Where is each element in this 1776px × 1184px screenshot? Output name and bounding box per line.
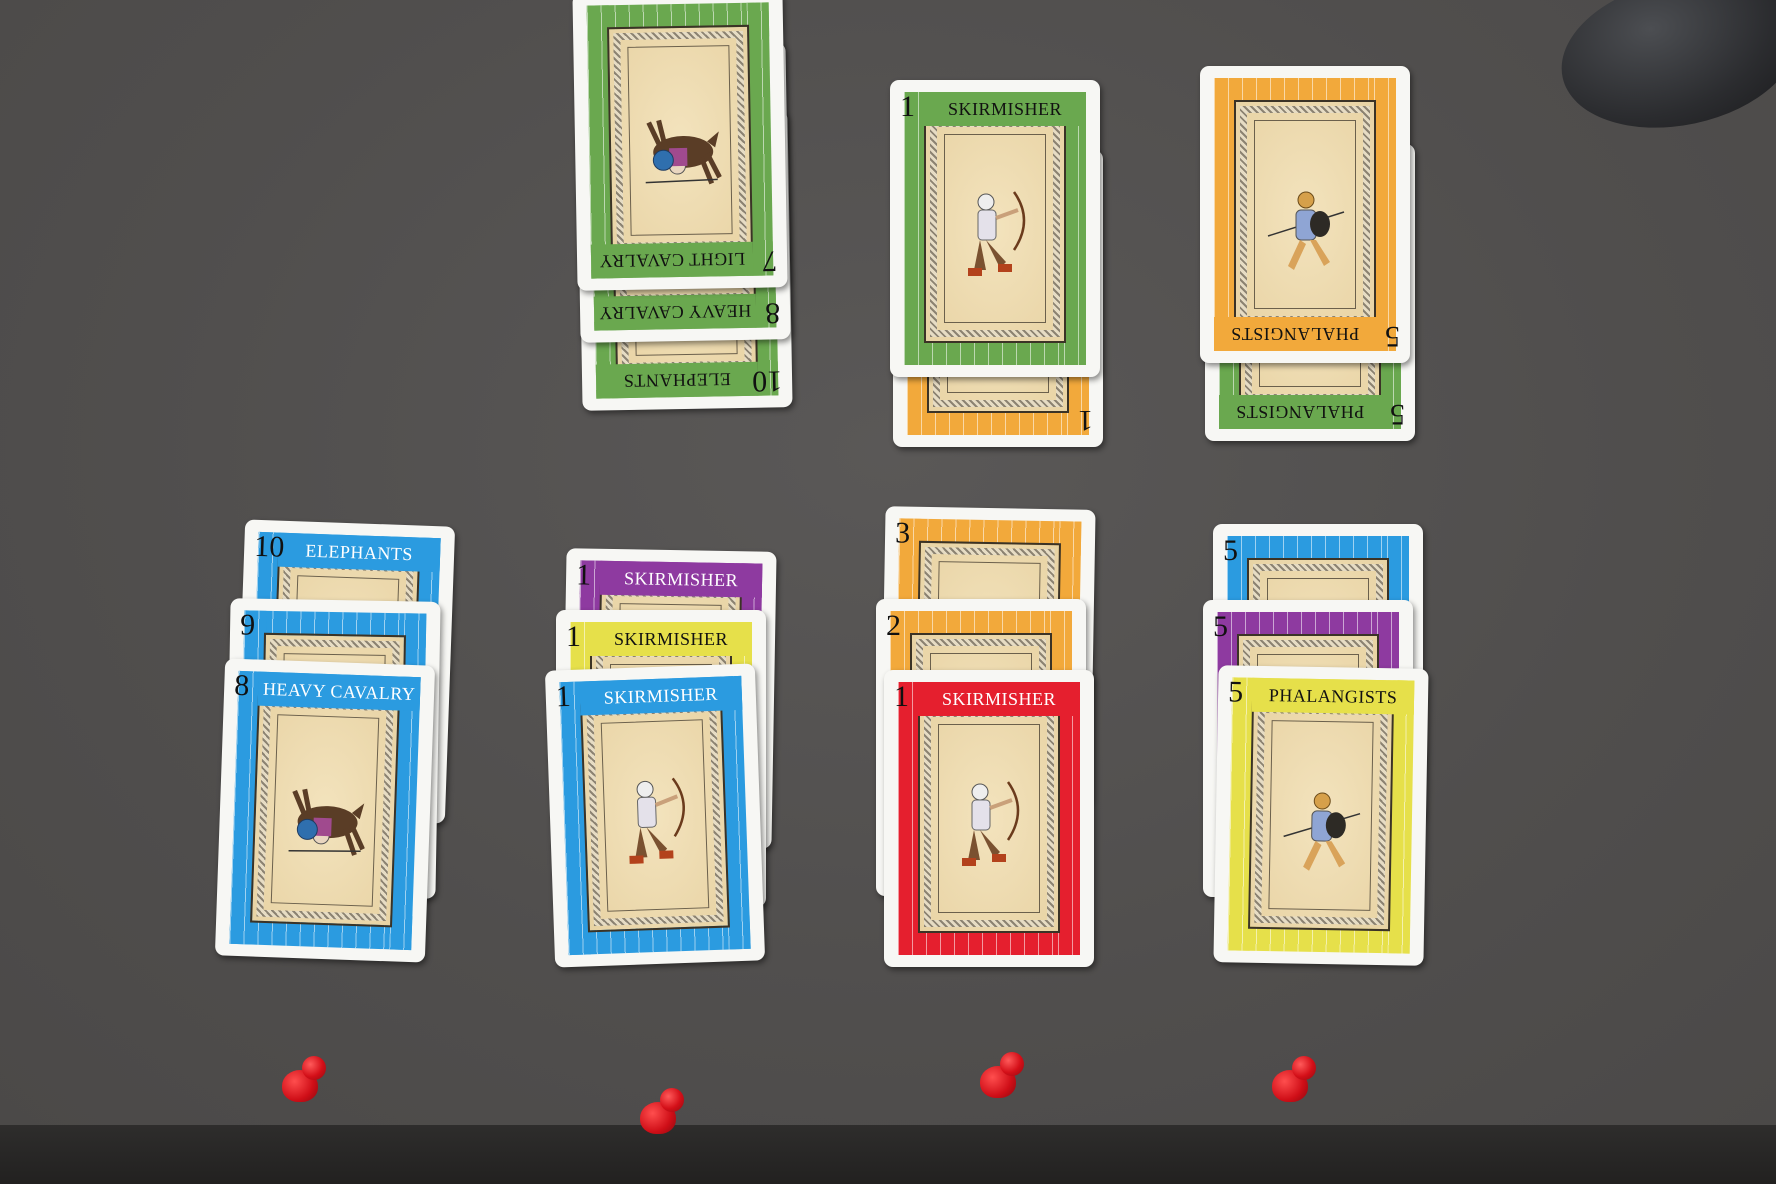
card-rank: 1 [555,679,572,714]
spear-illustration [1267,191,1345,270]
card-title: LIGHT CAVALRY [590,241,754,279]
card-title: SKIRMISHER [918,682,1080,716]
card-rank: 5 [1385,320,1400,353]
card-rank: 5 [1223,534,1238,567]
archer-illustration [629,777,685,864]
card[interactable]: SKIRMISHER 1 [544,663,766,968]
card-rank: 8 [233,668,250,703]
pawn-head [302,1056,326,1080]
red-pawn[interactable] [1272,1056,1316,1102]
card-rank: 1 [575,558,592,592]
card-title: SKIRMISHER [579,675,743,716]
card-rank: 1 [894,680,909,713]
card[interactable]: HEAVY CAVALRY 8 [214,658,436,963]
card-rank: 9 [239,608,256,642]
card-title: PHALANGISTS [1251,677,1415,715]
play-area: ELEPHANTS 10 HEAVY CAVALRY 8 LIGHT CAVALRY 7 1… [0,0,1776,1134]
card-rank: 3 [894,516,911,550]
card-title: SKIRMISHER [924,92,1086,126]
archer-illustration [962,781,1020,866]
card-rank: 1 [1078,404,1093,437]
card-rank: 2 [886,609,901,642]
pawn-head [660,1088,684,1112]
card-rank: 5 [1390,398,1405,431]
card[interactable]: PHALANGISTS 5 [1213,665,1429,966]
red-pawn[interactable] [282,1056,326,1102]
red-pawn[interactable] [980,1052,1024,1098]
card-rank: 5 [1213,610,1228,643]
archer-illustration [968,191,1026,276]
card-title: ELEPHANTS [277,532,441,573]
card-title: PHALANGISTS [1219,395,1381,429]
horse-illustration [288,788,365,856]
card-rank: 5 [1227,675,1244,709]
card-rank: 10 [253,529,285,564]
card[interactable]: SKIRMISHER 1 [890,80,1100,377]
horse-illustration [645,119,722,185]
card-title: PHALANGISTS [1214,317,1376,351]
card-title: ELEPHANTS [595,361,759,399]
card-rank: 10 [751,364,783,398]
table-edge [0,1125,1776,1184]
spear-illustration [1283,792,1361,871]
card-rank: 1 [900,90,915,123]
pawn-head [1000,1052,1024,1076]
card-rank: 7 [761,244,778,278]
card[interactable]: PHALANGISTS 5 [1200,66,1410,363]
card[interactable]: SKIRMISHER 1 [884,670,1094,967]
card-title: SKIRMISHER [599,560,763,598]
pawn-head [1292,1056,1316,1080]
card-title: SKIRMISHER [590,622,752,656]
card[interactable]: LIGHT CAVALRY 7 [572,0,788,291]
card-title: HEAVY CAVALRY [257,671,421,712]
card-rank: 1 [566,620,581,653]
card-rank: 8 [764,296,781,330]
red-pawn[interactable] [640,1088,684,1134]
card-title: HEAVY CAVALRY [593,293,757,331]
